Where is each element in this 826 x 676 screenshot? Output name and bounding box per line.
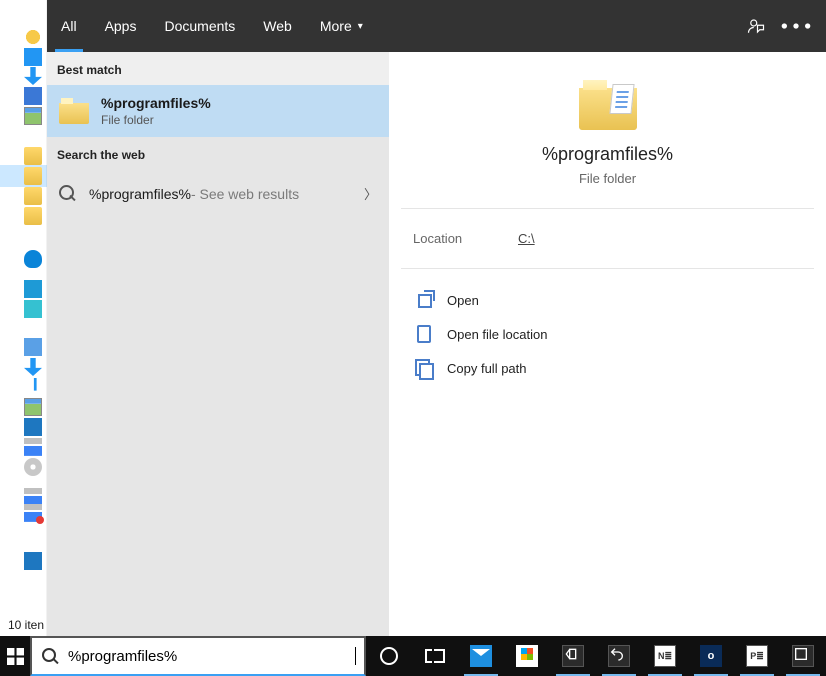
action-copy-path[interactable]: Copy full path xyxy=(407,353,808,383)
search-results-list: Best match %programfiles% File folder Se… xyxy=(47,52,389,636)
pinned-folder-icon[interactable] xyxy=(24,147,42,165)
preview-type: File folder xyxy=(579,171,636,186)
feedback-icon[interactable] xyxy=(736,0,776,52)
app-icon xyxy=(562,645,584,667)
section-search-web: Search the web xyxy=(47,137,389,170)
search-icon xyxy=(59,185,77,203)
pictures-icon[interactable] xyxy=(24,107,42,125)
store-icon xyxy=(516,645,538,667)
music-icon[interactable] xyxy=(24,378,42,396)
onedrive-icon[interactable] xyxy=(24,250,42,268)
taskbar-search-box[interactable] xyxy=(30,636,366,676)
web-suffix-text: - See web results xyxy=(191,186,299,202)
open-location-icon xyxy=(415,325,433,343)
videos-icon[interactable] xyxy=(24,418,42,436)
copy-icon xyxy=(415,359,433,377)
taskbar-app-office[interactable]: N≣ xyxy=(642,636,688,676)
taskbar-app-mail[interactable] xyxy=(458,636,504,676)
text-caret xyxy=(355,647,356,665)
folder-icon xyxy=(579,80,637,130)
outlook-icon: o xyxy=(700,645,722,667)
tab-all[interactable]: All xyxy=(47,0,91,52)
downloads-icon[interactable] xyxy=(24,358,42,376)
office-app-icon: N≣ xyxy=(654,645,676,667)
dvd-drive-icon[interactable] xyxy=(24,458,42,476)
tab-more-label: More xyxy=(320,18,352,34)
search-preview-pane: %programfiles% File folder Location C:\ … xyxy=(389,52,826,636)
options-icon[interactable] xyxy=(776,0,816,52)
explorer-navpane-fragment xyxy=(0,0,47,636)
office-app-icon: P≣ xyxy=(746,645,768,667)
section-best-match: Best match xyxy=(47,52,389,85)
local-disk-icon[interactable] xyxy=(24,438,42,456)
chevron-right-icon: 〉 xyxy=(364,184,377,203)
taskbar-app-store[interactable] xyxy=(504,636,550,676)
action-label: Copy full path xyxy=(447,361,527,376)
web-query-text: %programfiles% xyxy=(89,186,191,202)
documents-icon[interactable] xyxy=(24,338,42,356)
cortana-button[interactable] xyxy=(366,636,412,676)
location-link[interactable]: C:\ xyxy=(518,231,535,246)
mail-icon xyxy=(470,645,492,667)
start-button[interactable] xyxy=(0,636,30,676)
cortana-icon xyxy=(380,647,398,665)
tab-web[interactable]: Web xyxy=(249,0,306,52)
pinned-folder-icon[interactable] xyxy=(24,207,42,225)
taskbar-search-input[interactable] xyxy=(68,648,355,665)
taskbar-app-outlook[interactable]: o xyxy=(688,636,734,676)
result-best-match[interactable]: %programfiles% File folder xyxy=(47,85,389,137)
open-icon xyxy=(415,291,433,309)
result-title: %programfiles% xyxy=(101,95,211,111)
result-web-search[interactable]: %programfiles% - See web results 〉 xyxy=(47,170,389,217)
quick-access-icon[interactable] xyxy=(24,28,42,46)
taskbar: N≣ o P≣ xyxy=(0,636,826,676)
pinned-folder-icon[interactable] xyxy=(24,187,42,205)
tab-apps[interactable]: Apps xyxy=(91,0,151,52)
action-label: Open file location xyxy=(447,327,547,342)
search-icon xyxy=(42,648,58,664)
taskbar-app-generic[interactable] xyxy=(780,636,826,676)
undo-icon xyxy=(608,645,630,667)
task-view-icon xyxy=(425,649,445,663)
tab-more[interactable]: More ▾ xyxy=(306,0,377,52)
location-label: Location xyxy=(413,231,518,246)
pictures-icon[interactable] xyxy=(24,398,42,416)
downloads-icon[interactable] xyxy=(24,67,42,85)
result-type: File folder xyxy=(101,113,211,127)
action-label: Open xyxy=(447,293,479,308)
app-icon xyxy=(792,645,814,667)
network-icon[interactable] xyxy=(24,552,42,570)
taskbar-app-office[interactable]: P≣ xyxy=(734,636,780,676)
tab-documents[interactable]: Documents xyxy=(150,0,249,52)
documents-icon[interactable] xyxy=(24,87,42,105)
taskbar-app-generic[interactable] xyxy=(550,636,596,676)
task-view-button[interactable] xyxy=(412,636,458,676)
chevron-down-icon: ▾ xyxy=(358,21,363,32)
folder-icon xyxy=(59,98,89,124)
start-search-flyout: All Apps Documents Web More ▾ Best match xyxy=(47,0,826,636)
3d-objects-icon[interactable] xyxy=(24,300,42,318)
disconnected-drive-icon[interactable] xyxy=(24,504,42,522)
action-open[interactable]: Open xyxy=(407,285,808,315)
desktop-icon[interactable] xyxy=(24,48,42,66)
search-scope-tabs: All Apps Documents Web More ▾ xyxy=(47,0,826,52)
preview-title: %programfiles% xyxy=(542,144,673,165)
statusbar-item-count: 10 iten xyxy=(8,618,44,632)
this-pc-icon[interactable] xyxy=(24,280,42,298)
pinned-folder-icon[interactable] xyxy=(24,167,42,185)
taskbar-app-generic[interactable] xyxy=(596,636,642,676)
action-open-location[interactable]: Open file location xyxy=(407,319,808,349)
